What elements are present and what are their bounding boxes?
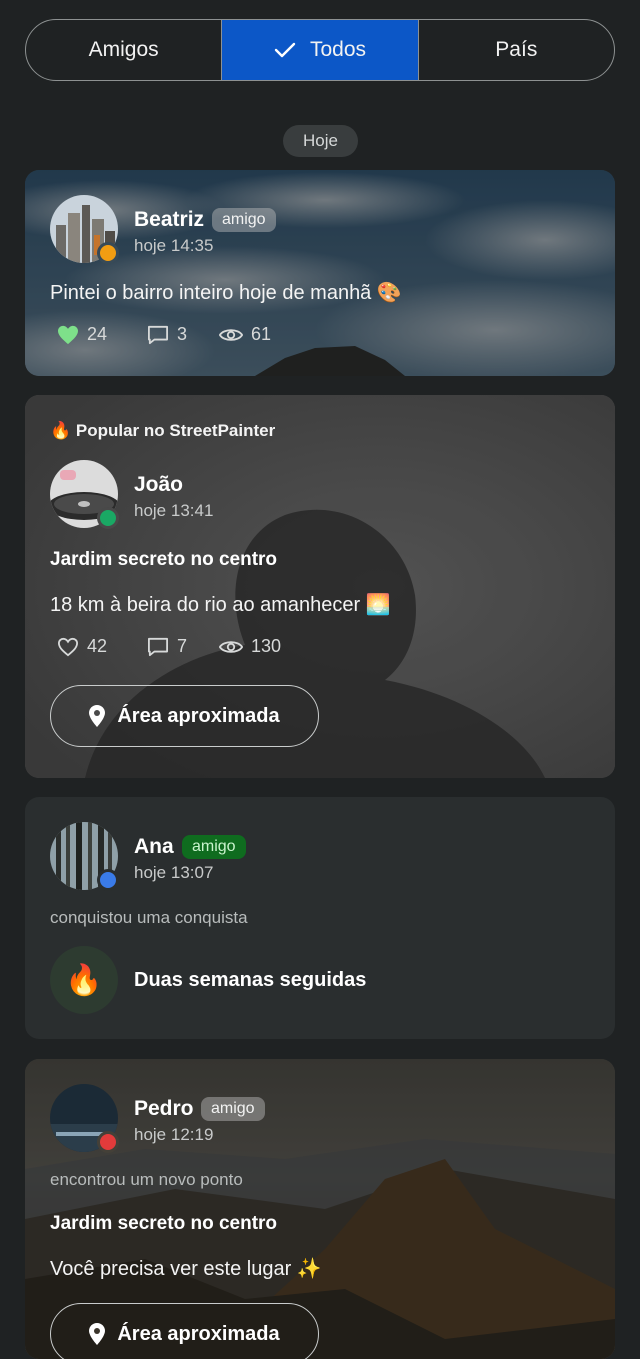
author-name[interactable]: Beatriz: [134, 208, 204, 232]
tab-pais[interactable]: País: [419, 20, 614, 80]
friend-badge: amigo: [201, 1097, 265, 1121]
approximate-area-button[interactable]: Área aproximada: [50, 1303, 319, 1359]
comment-button[interactable]: 3: [147, 324, 187, 345]
date-separator: Hoje: [283, 125, 358, 157]
like-button[interactable]: 24: [57, 324, 107, 345]
heart-outline-icon: [57, 637, 79, 656]
feed-card-ana-achievement[interactable]: Ana amigo hoje 13:07 conquistou uma conq…: [25, 797, 615, 1039]
post-text: Pintei o bairro inteiro hoje de manhã 🎨: [50, 282, 402, 304]
feed-card-pedro[interactable]: Pedro amigo hoje 12:19 encontrou um novo…: [25, 1059, 615, 1359]
post-title: Jardim secreto no centro: [50, 549, 278, 570]
eye-icon: [219, 328, 243, 341]
location-pin-icon: [89, 705, 106, 727]
achievement-icon-circle: 🔥: [50, 946, 118, 1014]
location-pin-icon: [89, 1323, 106, 1345]
author-name[interactable]: Ana: [134, 835, 174, 859]
achievement-title: Duas semanas seguidas: [134, 969, 367, 991]
friend-badge: amigo: [182, 835, 246, 859]
fire-icon: 🔥: [65, 963, 103, 997]
like-button[interactable]: 42: [57, 636, 107, 657]
status-dot: [97, 507, 119, 529]
status-dot: [97, 869, 119, 891]
activity-text: encontrou um novo ponto: [50, 1170, 243, 1189]
feed-filter-tabs: Amigos Todos País: [25, 19, 615, 81]
feed-card-joao-popular[interactable]: 🔥 Popular no StreetPainter João hoje 13:…: [25, 395, 615, 778]
eye-icon: [219, 640, 243, 653]
feed-card-beatriz[interactable]: Beatriz amigo hoje 14:35 Pintei o bairro…: [25, 170, 615, 376]
author-name[interactable]: Pedro: [134, 1097, 194, 1121]
comment-icon: [148, 325, 168, 344]
post-title: Jardim secreto no centro: [50, 1213, 278, 1234]
activity-text: conquistou uma conquista: [50, 908, 248, 927]
comment-icon: [148, 637, 168, 656]
tab-todos[interactable]: Todos: [222, 20, 419, 80]
status-dot: [97, 1131, 119, 1153]
author-name[interactable]: João: [134, 473, 183, 497]
tab-amigos[interactable]: Amigos: [26, 20, 223, 80]
views-count: 61: [219, 324, 271, 345]
views-count: 130: [219, 636, 281, 657]
post-time: hoje 14:35: [134, 236, 214, 255]
post-time: hoje 12:19: [134, 1125, 214, 1144]
post-time: hoje 13:07: [134, 863, 214, 882]
check-icon: [274, 42, 296, 58]
popular-label: 🔥 Popular no StreetPainter: [50, 421, 276, 440]
approximate-area-button[interactable]: Área aproximada: [50, 685, 319, 747]
status-dot: [97, 242, 119, 264]
post-text: Você precisa ver este lugar ✨: [50, 1258, 322, 1280]
post-time: hoje 13:41: [134, 501, 214, 520]
post-text: 18 km à beira do rio ao amanhecer 🌅: [50, 594, 391, 616]
heart-icon: [58, 325, 78, 344]
comment-button[interactable]: 7: [147, 636, 187, 657]
friend-badge: amigo: [212, 208, 276, 232]
